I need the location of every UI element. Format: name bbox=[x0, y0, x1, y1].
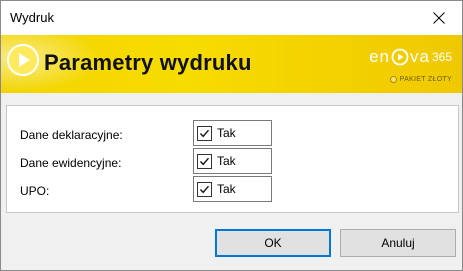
ok-button[interactable]: OK bbox=[215, 229, 331, 257]
field-label: UPO: bbox=[20, 184, 50, 198]
checkmark-icon bbox=[199, 129, 210, 137]
checkbox-label: Tak bbox=[217, 154, 236, 168]
row-dane-deklaracyjne: Dane deklaracyjne: Tak bbox=[7, 120, 458, 148]
checkmark-icon bbox=[199, 185, 210, 193]
brand-part-2: va bbox=[410, 47, 430, 66]
field-label: Dane ewidencyjne: bbox=[20, 156, 122, 170]
checkbox[interactable] bbox=[197, 153, 212, 169]
banner-title: Parametry wydruku bbox=[44, 50, 252, 75]
brand-part-1: en bbox=[369, 47, 390, 66]
close-button[interactable] bbox=[416, 1, 462, 35]
cancel-button[interactable]: Anuluj bbox=[340, 229, 456, 257]
brand-number: 365 bbox=[431, 50, 452, 64]
header-banner: Parametry wydruku en va 365 PAKIET ZŁOTY bbox=[1, 35, 462, 93]
package-label: PAKIET ZŁOTY bbox=[389, 76, 452, 83]
checkbox-label: Tak bbox=[217, 182, 236, 196]
enova-logo: en va 365 bbox=[369, 47, 452, 67]
package-text: PAKIET ZŁOTY bbox=[399, 76, 452, 83]
checkbox[interactable] bbox=[197, 181, 212, 197]
checkbox-field-deklaracyjne[interactable]: Tak bbox=[193, 120, 272, 146]
parameters-panel: Dane deklaracyjne: Tak Dane ewidencyjne: bbox=[6, 105, 459, 213]
dialog-window: Wydruk Parametry wydruku en va 365 PAKIE… bbox=[0, 0, 463, 271]
row-dane-ewidencyjne: Dane ewidencyjne: Tak bbox=[7, 148, 458, 176]
checkbox-field-ewidencyjne[interactable]: Tak bbox=[193, 148, 272, 174]
row-upo: UPO: Tak bbox=[7, 176, 458, 204]
brand-o-icon bbox=[391, 48, 409, 66]
checkbox-field-upo[interactable]: Tak bbox=[193, 176, 272, 202]
close-icon bbox=[433, 12, 445, 24]
checkmark-icon bbox=[199, 157, 210, 165]
play-icon bbox=[7, 44, 39, 76]
checkbox-label: Tak bbox=[217, 126, 236, 140]
checkbox[interactable] bbox=[197, 125, 212, 141]
field-label: Dane deklaracyjne: bbox=[20, 128, 123, 142]
package-dot-icon bbox=[389, 76, 397, 83]
window-title: Wydruk bbox=[10, 10, 54, 25]
title-bar: Wydruk bbox=[1, 1, 462, 35]
